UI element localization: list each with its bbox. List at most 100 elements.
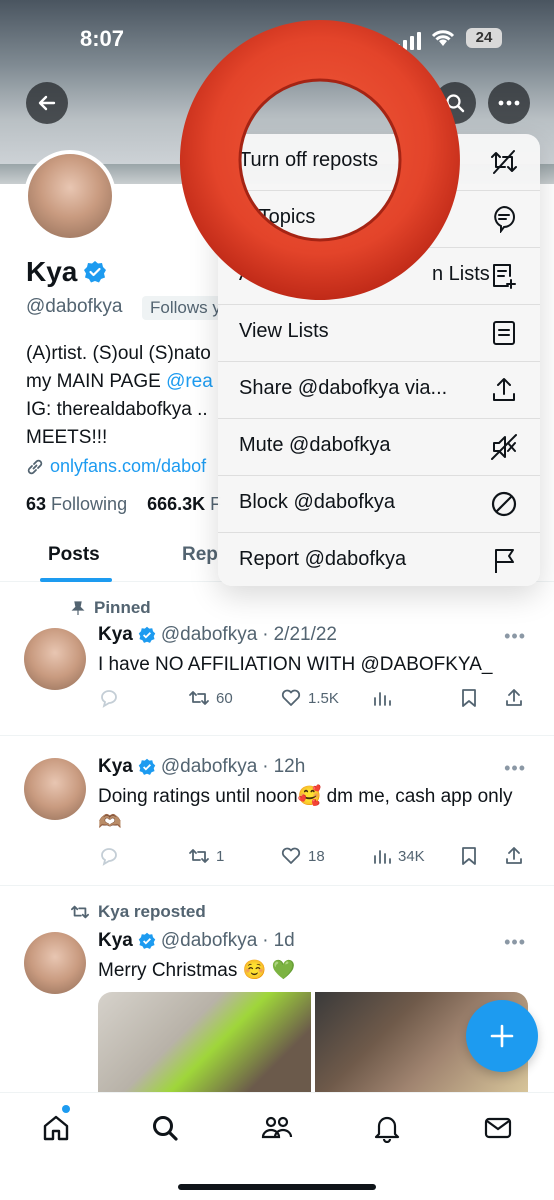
tweet-avatar[interactable]	[24, 932, 86, 994]
profile-url[interactable]: onlyfans.com/dabof	[26, 456, 220, 477]
plus-icon	[490, 1024, 514, 1048]
profile-handle: @dabofkya	[26, 296, 123, 317]
profile-avatar[interactable]	[24, 150, 116, 242]
heart-icon	[281, 689, 301, 706]
profile-name: Kya	[26, 256, 107, 288]
tweet[interactable]: Pinned Kya @dabofkya · 2/21/22 ••• I hav…	[0, 582, 554, 736]
tweet-time: 12h	[273, 756, 306, 777]
menu-item-label: Mute @dabofkya	[239, 434, 391, 456]
back-button[interactable]	[26, 82, 68, 124]
nav-messages[interactable]	[481, 1111, 515, 1145]
nav-communities[interactable]	[260, 1111, 294, 1145]
like-button[interactable]: 1.5K	[280, 688, 339, 708]
profile-bio: (A)rtist. (S)oul (S)nato my MAIN PAGE @r…	[26, 340, 226, 452]
tab-replies[interactable]: Rep	[182, 544, 218, 566]
tweet-time: 1d	[273, 930, 295, 951]
more-button[interactable]	[488, 82, 530, 124]
menu-item-label: Report @dabofkya	[239, 548, 407, 570]
bookmark-icon	[462, 847, 476, 865]
bookmark-button[interactable]	[460, 688, 478, 708]
tweet-author-name[interactable]: Kya	[98, 756, 133, 778]
battery-indicator: 24	[466, 28, 502, 48]
repost-off-icon	[490, 148, 518, 176]
repost-count: 60	[216, 689, 233, 707]
tweet-author-name[interactable]: Kya	[98, 930, 133, 952]
bookmark-button[interactable]	[460, 846, 478, 866]
repost-button[interactable]: 1	[188, 846, 224, 866]
repost-button[interactable]: 60	[188, 688, 233, 708]
share-button[interactable]	[504, 688, 524, 708]
profile-url-text: onlyfans.com/dabof	[50, 456, 207, 476]
compose-button[interactable]	[466, 1000, 538, 1072]
topics-icon	[490, 205, 518, 233]
menu-item-label: Share @dabofkya via...	[239, 377, 448, 399]
menu-item-label: Block @dabofkya	[239, 491, 395, 513]
block-icon	[490, 490, 518, 518]
like-count: 18	[308, 847, 325, 865]
context-label: Pinned	[94, 598, 151, 617]
followers-stat[interactable]: 666.3K F	[147, 494, 221, 514]
pin-icon	[71, 601, 85, 615]
tweet[interactable]: Kya reposted Kya @dabofkya · 1d ••• Merr…	[0, 886, 554, 1100]
views-button[interactable]: 34K	[372, 846, 425, 866]
add-to-list-icon	[490, 262, 518, 290]
bio-line: my MAIN PAGE @rea	[26, 368, 226, 396]
reply-button[interactable]	[98, 688, 120, 708]
tweet-time: 2/21/22	[273, 624, 337, 645]
tweet-more-icon[interactable]: •••	[504, 758, 526, 779]
reply-button[interactable]	[98, 846, 120, 866]
share-icon	[490, 376, 518, 404]
tweet-header: Kya @dabofkya · 12h	[98, 756, 305, 778]
like-button[interactable]: 18	[280, 846, 325, 866]
verified-badge-icon	[84, 261, 107, 283]
repost-icon	[70, 905, 89, 919]
back-arrow-icon	[38, 95, 56, 111]
menu-item-label: View Lists	[239, 320, 329, 342]
link-icon	[27, 459, 43, 474]
heart-icon	[281, 847, 301, 864]
nav-notifications[interactable]	[370, 1111, 404, 1145]
verified-badge-icon	[138, 758, 156, 775]
tweet-media[interactable]	[98, 992, 528, 1092]
followers-count: 666.3K	[147, 494, 206, 514]
communities-icon	[261, 1116, 293, 1139]
tweet-more-icon[interactable]: •••	[504, 626, 526, 647]
tweet-text: Doing ratings until noon🥰 dm me, cash ap…	[98, 786, 513, 833]
tweet-text: I have NO AFFILIATION WITH @DABOFKYA_	[98, 654, 493, 675]
context-label: Kya reposted	[98, 902, 206, 921]
verified-badge-icon	[138, 932, 156, 949]
tweet[interactable]: Kya @dabofkya · 12h ••• Doing ratings un…	[0, 736, 554, 886]
lists-icon	[490, 319, 518, 347]
flag-icon	[490, 547, 518, 575]
verified-badge-icon	[138, 626, 156, 643]
pinned-context: Pinned	[70, 598, 151, 618]
bio-mention-link[interactable]: @rea	[166, 371, 213, 392]
tweet-avatar[interactable]	[24, 628, 86, 690]
share-button[interactable]	[504, 846, 524, 866]
media-image[interactable]	[98, 992, 311, 1092]
repost-icon	[189, 691, 209, 705]
tab-posts[interactable]: Posts	[48, 544, 100, 566]
tweet-actions: 1 18 34K	[98, 846, 528, 870]
views-button[interactable]	[372, 688, 392, 708]
following-stat[interactable]: 63 Following	[26, 494, 127, 514]
profile-name-text: Kya	[26, 256, 78, 287]
tweet-author-name[interactable]: Kya	[98, 624, 133, 646]
bio-text: my MAIN PAGE	[26, 371, 167, 392]
nav-search[interactable]	[148, 1111, 182, 1145]
menu-item-share[interactable]: Share @dabofkya via...	[218, 362, 540, 419]
tweet-more-icon[interactable]: •••	[504, 932, 526, 953]
menu-item-view-lists[interactable]: View Lists	[218, 305, 540, 362]
nav-home[interactable]	[39, 1111, 73, 1145]
menu-item-report[interactable]: Report @dabofkya	[218, 533, 540, 586]
repost-count: 1	[216, 847, 225, 865]
share-icon	[506, 689, 522, 706]
following-count: 63	[26, 494, 47, 514]
mail-icon	[484, 1117, 512, 1139]
menu-item-mute[interactable]: Mute @dabofkya	[218, 419, 540, 476]
tweet-header: Kya @dabofkya · 2/21/22	[98, 624, 337, 646]
menu-item-block[interactable]: Block @dabofkya	[218, 476, 540, 533]
bio-line: IG: therealdabofkya ..	[26, 399, 208, 420]
tweet-avatar[interactable]	[24, 758, 86, 820]
like-count: 1.5K	[308, 689, 339, 707]
